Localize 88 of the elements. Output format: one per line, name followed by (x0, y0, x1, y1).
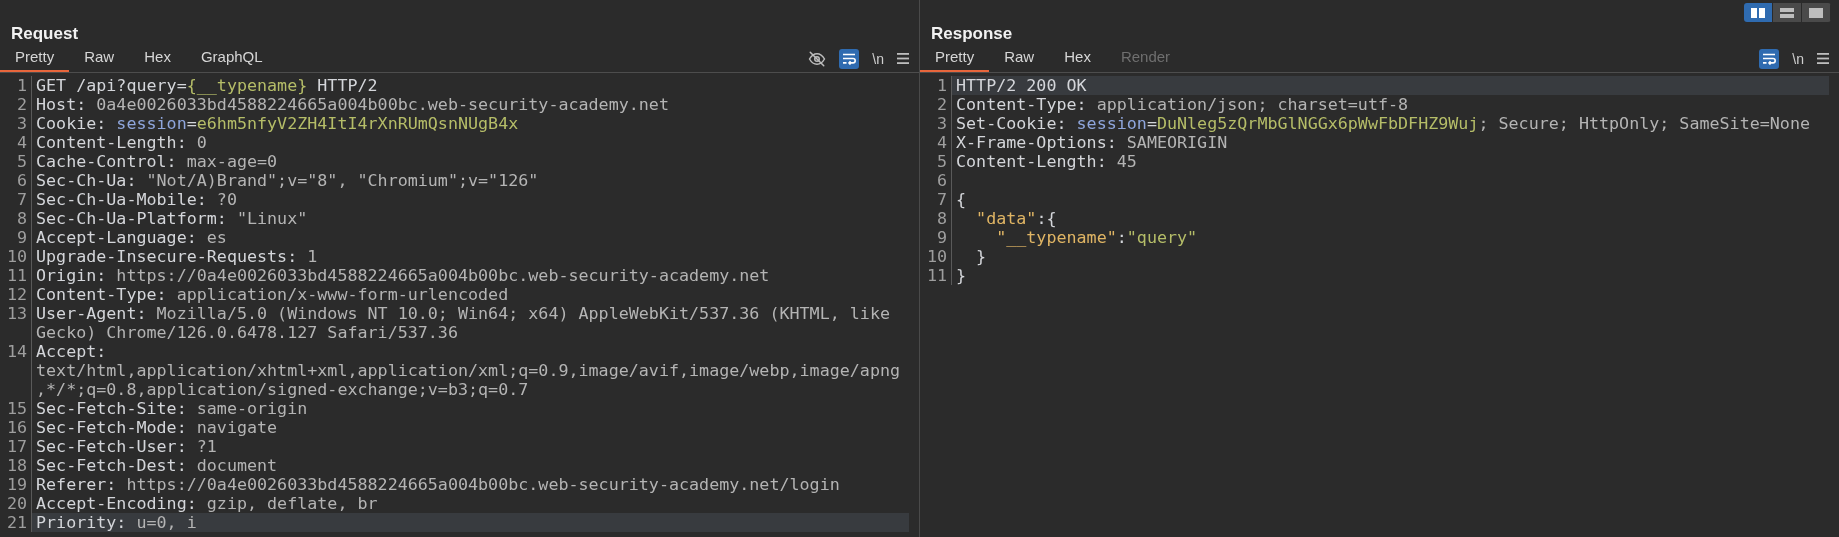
line-number: 6 (920, 171, 952, 190)
line-number: 16 (0, 418, 32, 437)
line-number: 7 (920, 190, 952, 209)
eye-off-icon[interactable] (808, 49, 827, 68)
code-line: Accept: (36, 342, 108, 361)
menu-icon[interactable] (1817, 53, 1829, 64)
line-number: 4 (0, 133, 32, 152)
newline-toggle[interactable]: \n (872, 51, 884, 66)
line-number: 17 (0, 437, 32, 456)
code-line: Sec-Fetch-Site: same-origin (36, 399, 309, 418)
code-line: text/html,application/xhtml+xml,application/xml;q=0.9,image/avif,image/webp,image/apng (36, 361, 902, 380)
menu-icon[interactable] (897, 53, 909, 64)
code-line: Host: 0a4e0026033bd4588224665a004b00bc.web-security-academy.net (36, 95, 670, 114)
panel-title: Response (930, 23, 1014, 45)
line-number: 7 (0, 190, 32, 209)
line-number: 5 (920, 152, 952, 171)
view-tab[interactable]: GraphQL (185, 45, 278, 72)
line-number: 19 (0, 475, 32, 494)
line-number: 4 (920, 133, 952, 152)
line-number: 18 (0, 456, 32, 475)
view-tab[interactable]: Pretty (0, 45, 70, 72)
wrap-lines-button[interactable] (839, 48, 860, 69)
wrap-lines-button[interactable] (1759, 48, 1780, 69)
line-number: 8 (0, 209, 32, 228)
line-number: 10 (0, 247, 32, 266)
code-line: Referer: https://0a4e0026033bd4588224665a004b00bc.web-security-academy.net/login (36, 475, 841, 494)
code-line: Sec-Ch-Ua-Platform: "Linux" (36, 209, 309, 228)
code-line: Content-Type: application/json; charset=utf-8 (956, 95, 1410, 114)
layout-button[interactable] (1773, 3, 1802, 22)
code-line: GET /api?query={__typename} HTTP/2 (36, 76, 379, 95)
code-line: Cookie: session=e6hm5nfyV2ZH4ItI4rXnRUmQsnNUgB4x (36, 114, 520, 133)
view-tab[interactable]: Hex (129, 45, 186, 72)
code-line: Accept-Encoding: gzip, deflate, br (36, 494, 379, 513)
code-line: Content-Length: 45 (956, 152, 1138, 171)
code-line: Sec-Fetch-Dest: document (36, 456, 279, 475)
line-number: 12 (0, 285, 32, 304)
layout-button[interactable] (1802, 3, 1831, 22)
line-number: 14 (0, 342, 32, 399)
line-number: 20 (0, 494, 32, 513)
code-line: Sec-Fetch-User: ?1 (36, 437, 218, 456)
line-number: 3 (0, 114, 32, 133)
line-number: 8 (920, 209, 952, 228)
code-line: Priority: u=0, i (36, 513, 198, 532)
line-number: 6 (0, 171, 32, 190)
line-number: 15 (0, 399, 32, 418)
line-number: 11 (0, 266, 32, 285)
code-line: ,*/*;q=0.8,application/signed-exchange;v=b3;q=0.7 (36, 380, 530, 399)
view-tab[interactable]: Raw (989, 45, 1050, 72)
code-line: "__typename":"query" (995, 228, 1199, 247)
code-line: User-Agent: Mozilla/5.0 (Windows NT 10.0; Win64; x64) AppleWebKit/537.36 (KHTML, like (36, 304, 891, 323)
code-line: Gecko) Chrome/126.0.6478.127 Safari/537.36 (36, 323, 459, 342)
code-line: Content-Type: application/x-www-form-urlencoded (36, 285, 510, 304)
line-number: 2 (920, 95, 952, 114)
code-line: "data":{ (975, 209, 1058, 228)
code-line: { (956, 190, 968, 209)
code-line: } (956, 266, 968, 285)
view-tab[interactable]: Raw (69, 45, 130, 72)
wrap-icon (842, 52, 857, 65)
code-line: X-Frame-Options: SAMEORIGIN (956, 133, 1229, 152)
code-line: HTTP/2 200 OK (956, 76, 1088, 95)
code-line: Accept-Language: es (36, 228, 228, 247)
code-line: Cache-Control: max-age=0 (36, 152, 279, 171)
code-line: Content-Length: 0 (36, 133, 208, 152)
layout-button[interactable] (1744, 3, 1773, 22)
view-tab[interactable]: Hex (1049, 45, 1106, 72)
code-line: Upgrade-Insecure-Requests: 1 (36, 247, 319, 266)
line-number: 3 (920, 114, 952, 133)
code-line: Origin: https://0a4e0026033bd4588224665a004b00bc.web-security-academy.net (36, 266, 771, 285)
code-line: Sec-Ch-Ua-Mobile: ?0 (36, 190, 238, 209)
line-number: 13 (0, 304, 32, 342)
code-line: } (975, 247, 988, 266)
line-number: 9 (0, 228, 32, 247)
view-tab[interactable]: Pretty (920, 45, 990, 72)
line-number: 9 (920, 228, 952, 247)
layout-icon (1751, 7, 1765, 18)
line-number: 10 (920, 247, 952, 266)
line-number: 11 (920, 266, 952, 285)
code-line: Sec-Fetch-Mode: navigate (36, 418, 279, 437)
panel-title: Request (10, 23, 80, 45)
code-line: Sec-Ch-Ua: "Not/A)Brand";v="8", "Chromium";v="126" (36, 171, 540, 190)
line-number: 2 (0, 95, 32, 114)
newline-toggle[interactable]: \n (1792, 51, 1804, 66)
wrap-icon (1762, 52, 1777, 65)
line-number: 1 (0, 76, 32, 95)
code-line: Set-Cookie: session=DuNleg5zQrMbGlNGGx6pWwFbDFHZ9Wuj; Secure; HttpOnly; SameSite=None (956, 114, 1811, 133)
line-number: 5 (0, 152, 32, 171)
layout-icon (1780, 7, 1794, 18)
layout-icon (1809, 7, 1823, 18)
